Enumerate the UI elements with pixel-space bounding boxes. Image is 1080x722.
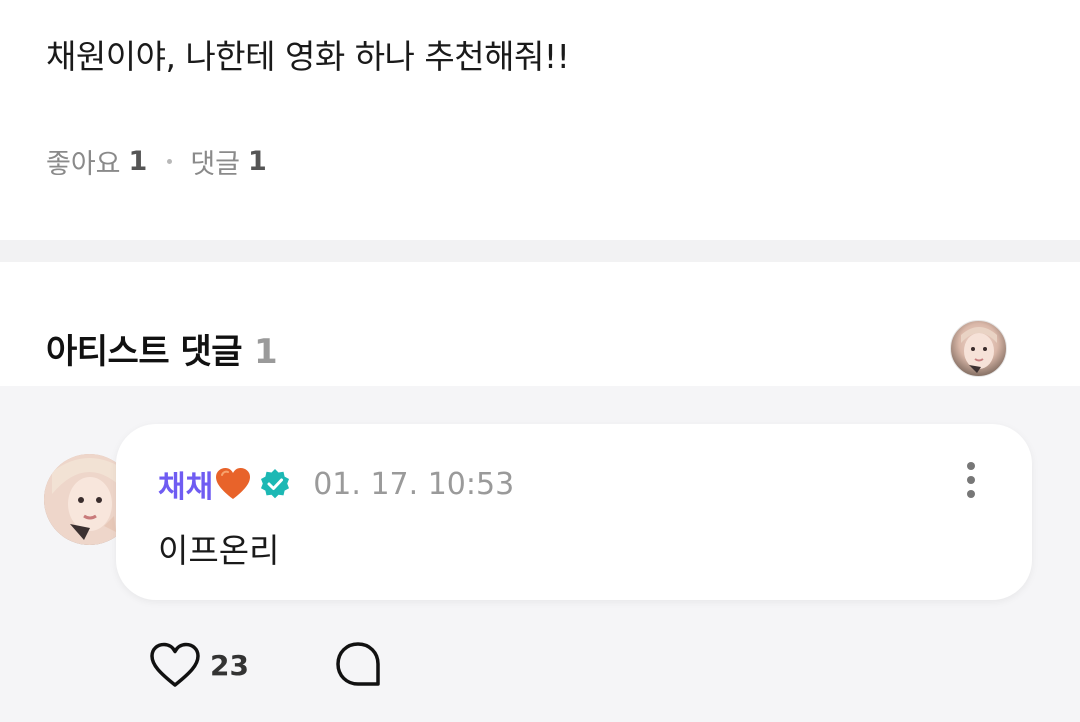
- post-stats: 좋아요 1 댓글 1: [46, 142, 267, 181]
- comment-author-row: 채채 01. 17. 10:53: [158, 462, 514, 506]
- artist-comments-count: 1: [254, 332, 278, 372]
- comment-bubble: 채채 01. 17. 10:53 이프온리: [116, 424, 1032, 600]
- likes-label[interactable]: 좋아요: [46, 142, 121, 181]
- likes-count[interactable]: 1: [129, 146, 148, 177]
- artist-avatar-image: [961, 327, 997, 373]
- artist-comments-title: 아티스트 댓글 1: [46, 324, 278, 373]
- comments-count[interactable]: 1: [248, 146, 267, 177]
- more-vertical-icon[interactable]: [956, 460, 986, 500]
- like-count: 23: [210, 648, 249, 682]
- verified-badge-icon: [259, 468, 291, 500]
- comment-actions: 23: [148, 640, 383, 690]
- section-divider: [0, 240, 1080, 262]
- orange-heart-icon: [215, 467, 251, 501]
- comment-area: 채채 01. 17. 10:53 이프온리 23: [0, 386, 1080, 722]
- reply-bubble-icon[interactable]: [333, 640, 383, 690]
- comment-body: 이프온리: [158, 531, 280, 570]
- separator-dot: [167, 159, 173, 164]
- comments-label[interactable]: 댓글: [190, 142, 240, 181]
- post-text: 채원이야, 나한테 영화 하나 추천해줘!!: [46, 37, 570, 76]
- artist-comments-title-text: 아티스트 댓글: [46, 332, 243, 372]
- heart-outline-icon: [150, 642, 200, 687]
- like-button[interactable]: 23: [148, 641, 249, 689]
- post-section: 채원이야, 나한테 영화 하나 추천해줘!! 좋아요 1 댓글 1: [0, 0, 1080, 240]
- artist-comments-header: 아티스트 댓글 1: [0, 262, 1080, 386]
- comment-author-name[interactable]: 채채: [158, 462, 213, 506]
- comment-timestamp: 01. 17. 10:53: [313, 466, 515, 502]
- artist-avatar[interactable]: [950, 320, 1007, 377]
